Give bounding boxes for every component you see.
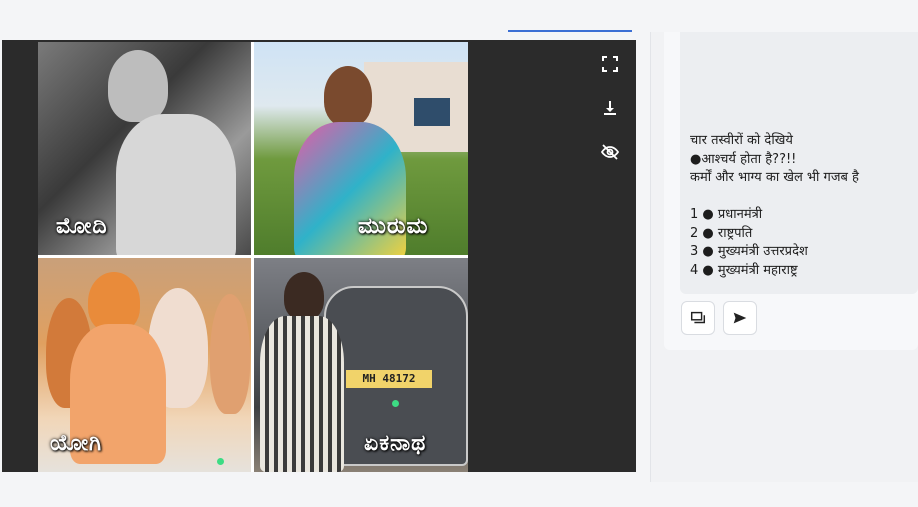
background-person <box>210 294 250 414</box>
collage-caption-4: ಏಕನಾಥ <box>364 431 427 456</box>
image-viewer: × ಮೋದಿ ಮುರುಮ ಯೋಗಿ <box>2 40 636 472</box>
collage-tile-4: MH 48172 ಏಕನಾಥ <box>254 258 468 472</box>
send-icon <box>733 312 747 324</box>
collage-tile-3: ಯೋಗಿ <box>38 258 251 472</box>
post-list-item: 3 ● मुख्यमंत्री उत्तरप्रदेश <box>690 244 808 259</box>
download-icon[interactable] <box>600 98 620 118</box>
post-line: चार तस्वीरों को देखिये <box>690 133 793 148</box>
indicator-dot <box>392 400 399 407</box>
viewer-toolbar <box>600 54 624 186</box>
post-text: चार तस्वीरों को देखिये ●आश्चर्य होता है?… <box>690 132 910 280</box>
collage-image: ಮೋದಿ ಮುರುಮ ಯೋಗಿ MH 48172 ಏಕನಾಥ <box>38 42 468 472</box>
portrait-face <box>108 50 168 122</box>
portrait-body <box>260 316 344 472</box>
window <box>414 98 450 126</box>
hide-icon[interactable] <box>600 142 620 162</box>
portrait-face <box>324 66 372 126</box>
collage-caption-1: ಮೋದಿ <box>56 214 108 239</box>
post-list-item: 2 ● राष्ट्रपति <box>690 225 753 241</box>
comment-button[interactable] <box>681 301 715 335</box>
comment-icon <box>690 311 706 324</box>
number-plate: MH 48172 <box>346 370 432 388</box>
post-line: ●आश्चर्य होता है??!! <box>690 151 797 167</box>
collage-tile-2: ಮುರುಮ <box>254 42 468 255</box>
page: × ಮೋದಿ ಮುರುಮ ಯೋಗಿ <box>0 0 918 507</box>
indicator-dot <box>217 458 224 465</box>
active-tab-indicator <box>508 30 632 32</box>
portrait-body <box>116 114 236 255</box>
portrait-face <box>88 272 140 332</box>
collage-tile-1: ಮೋದಿ <box>38 42 251 255</box>
post-spacer <box>690 188 910 207</box>
post-list-item: 1 ● प्रधानमंत्री <box>690 207 763 222</box>
post-list-item: 4 ● मुख्यमंत्री महाराष्ट्र <box>690 262 798 278</box>
portrait-face <box>284 272 324 320</box>
fullscreen-icon[interactable] <box>600 54 620 74</box>
collage-caption-2: ಮುರುಮ <box>358 214 429 239</box>
collage-caption-3: ಯೋಗಿ <box>50 431 103 456</box>
send-button[interactable] <box>723 301 757 335</box>
post-line: कर्मों और भाग्य का खेल भी गजब है <box>690 170 859 185</box>
